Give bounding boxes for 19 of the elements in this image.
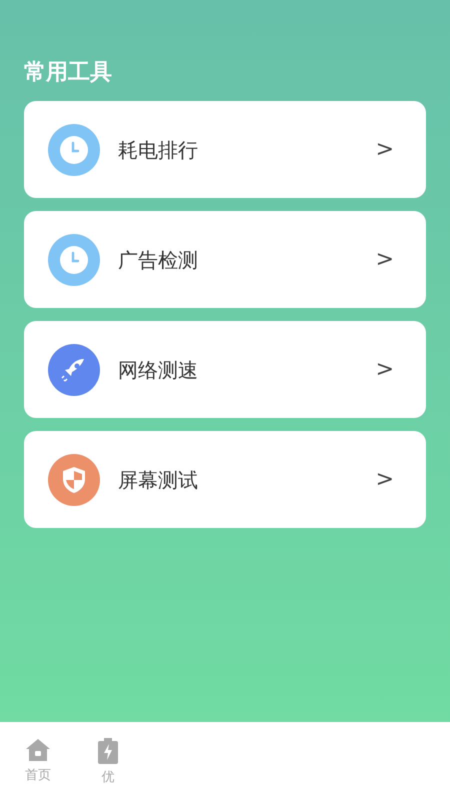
battery-icon (98, 738, 118, 764)
clock-icon (48, 124, 100, 176)
tool-card[interactable]: 广告检测 > (24, 211, 426, 308)
chevron-text: > (376, 466, 394, 494)
section-title: 常用工具 (24, 59, 113, 87)
clock-icon (48, 234, 100, 286)
chevron-text: > (376, 356, 394, 384)
tool-label: 广告检测 (118, 246, 199, 274)
tool-card[interactable]: 网络测速 > (24, 321, 426, 418)
tool-label: 屏幕测试 (118, 466, 199, 494)
chevron-text: > (376, 246, 394, 274)
tool-label: 耗电排行 (118, 136, 199, 164)
tool-card[interactable]: 耗电排行 > (24, 101, 426, 198)
chevron-text: > (376, 136, 394, 164)
home-icon (25, 738, 51, 762)
shield-icon (48, 454, 100, 506)
tool-label: 网络测速 (118, 356, 199, 384)
rocket-icon (48, 344, 100, 396)
tool-card[interactable]: 屏幕测试 > (24, 431, 426, 528)
